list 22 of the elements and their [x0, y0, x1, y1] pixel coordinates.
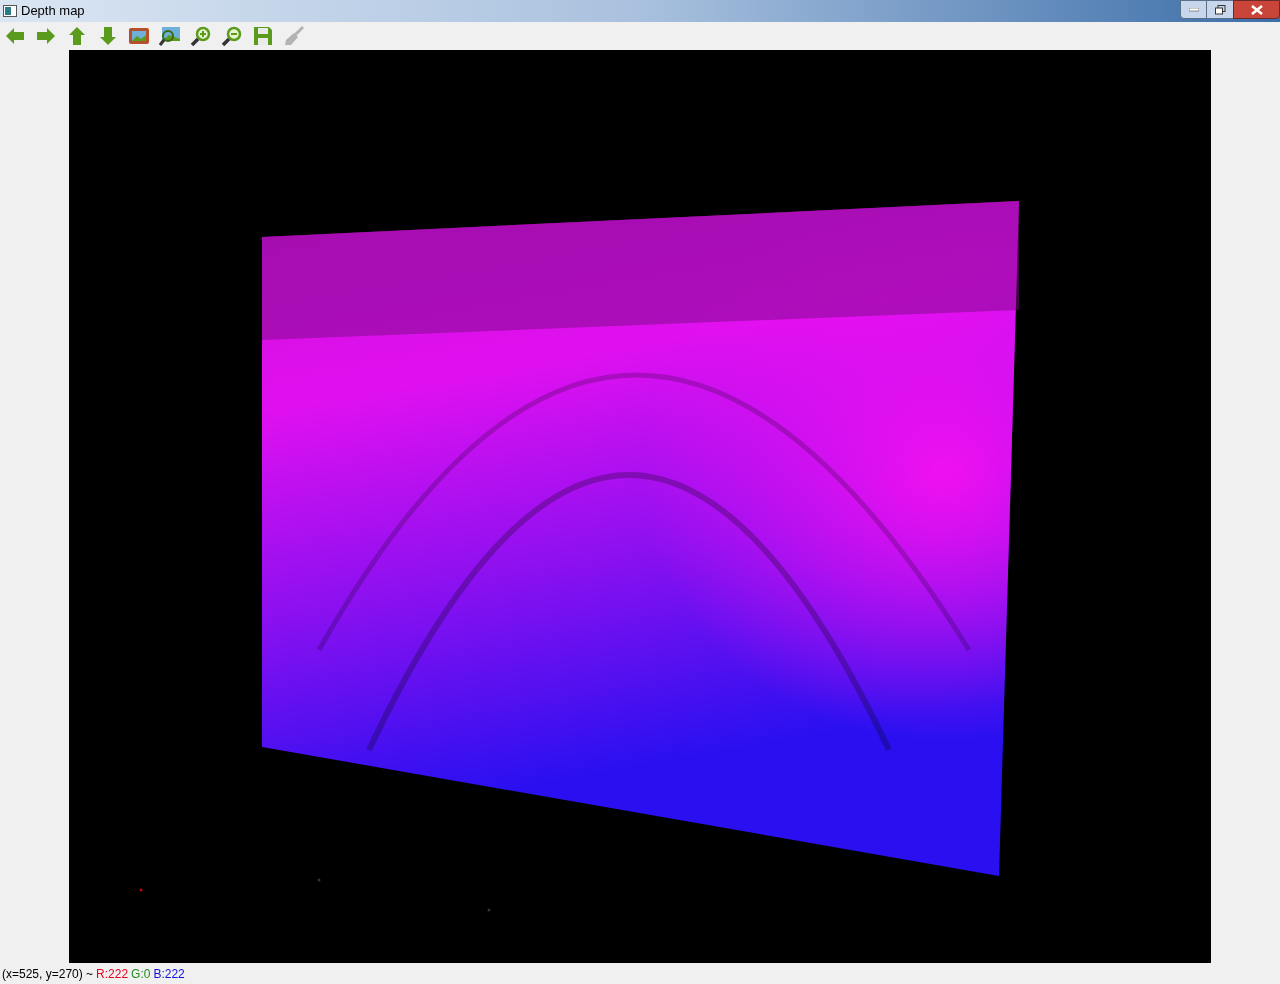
- pixel-value: B:222: [153, 965, 185, 983]
- broom-icon: [283, 25, 305, 47]
- window-title: Depth map: [21, 2, 85, 21]
- zoom-out-icon: [221, 25, 243, 47]
- maximize-button[interactable]: [1207, 0, 1233, 19]
- save-icon: [252, 25, 274, 47]
- zoom-in-icon: [190, 25, 212, 47]
- close-icon: [1250, 4, 1263, 15]
- cursor-position: (x=525, y=270) ~: [2, 965, 94, 983]
- minimize-icon: [1188, 7, 1199, 12]
- right-arrow-icon: [35, 25, 57, 47]
- pixel-value: G:0: [131, 965, 151, 983]
- toolbar-button[interactable]: [159, 25, 181, 47]
- toolbar-button[interactable]: [221, 25, 243, 47]
- restore-icon: [1214, 4, 1226, 15]
- image-icon: [128, 25, 150, 47]
- toolbar-button[interactable]: [190, 25, 212, 47]
- minimize-button[interactable]: [1180, 0, 1207, 19]
- close-button[interactable]: [1233, 0, 1280, 19]
- window-icon: [3, 5, 17, 17]
- zoom-image-icon: [159, 25, 181, 47]
- pixel-value: R:222: [96, 965, 129, 983]
